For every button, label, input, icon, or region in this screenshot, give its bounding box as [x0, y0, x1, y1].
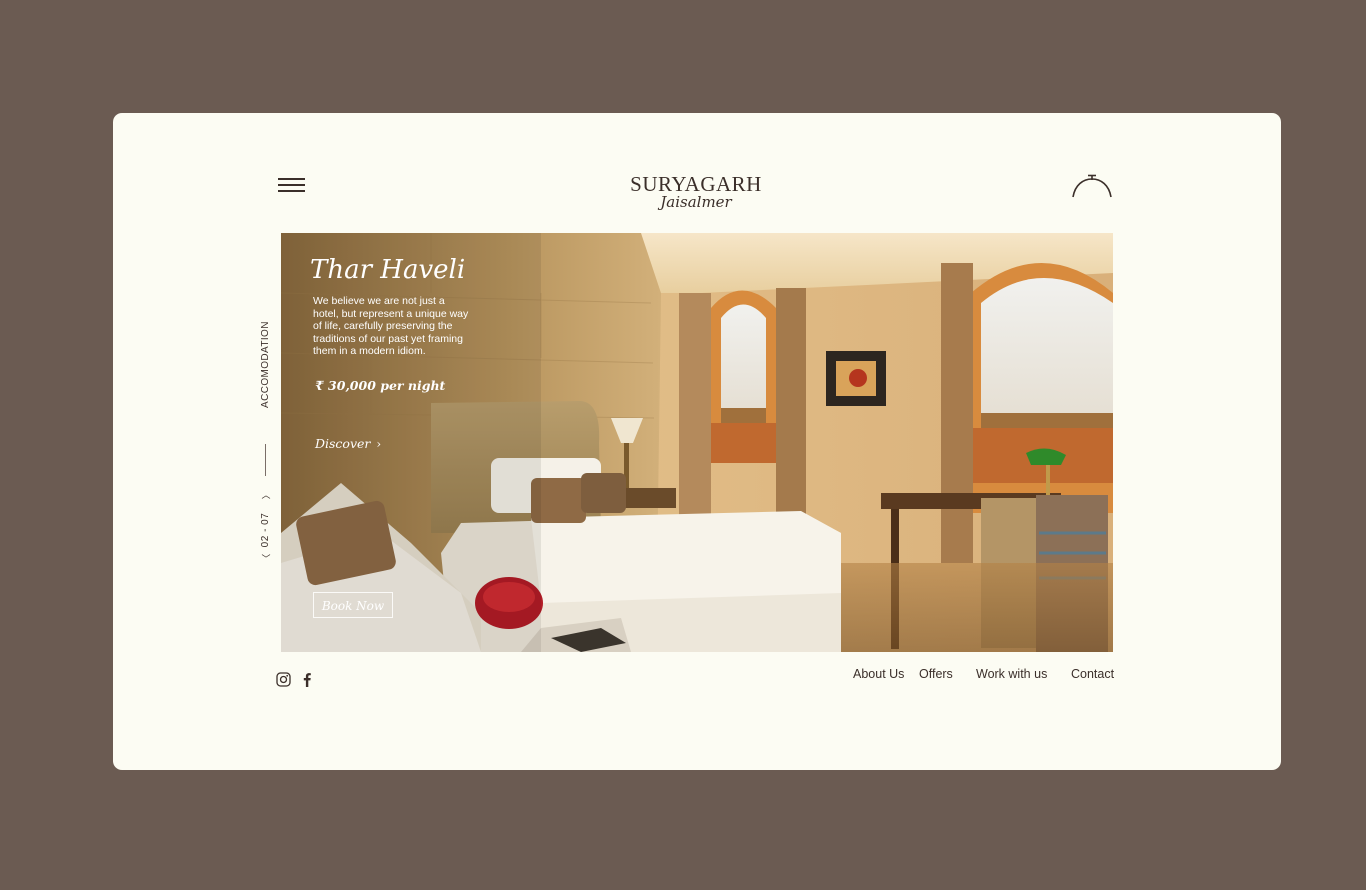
side-divider — [265, 444, 266, 476]
hero-banner: Thar Haveli We believe we are not just a… — [281, 233, 1113, 652]
discover-label: Discover — [315, 436, 371, 451]
hero-description: We believe we are not just a hotel, but … — [313, 295, 469, 357]
footer-link-work-with-us[interactable]: Work with us — [976, 667, 1047, 681]
hamburger-menu-icon[interactable] — [278, 177, 305, 193]
hero-title: Thar Haveli — [310, 255, 466, 285]
chevron-down-icon[interactable]: ﹀ — [260, 553, 272, 565]
discover-link[interactable]: Discover › — [315, 436, 381, 451]
slide-counter: 02 - 07 — [260, 512, 271, 548]
logo[interactable]: SURYAGARH Jaisalmer — [596, 172, 796, 210]
footer-link-contact[interactable]: Contact — [1071, 667, 1114, 681]
hero-price: ₹ 30,000 per night — [315, 378, 446, 393]
cloche-icon[interactable] — [1071, 174, 1113, 200]
chevron-up-icon[interactable]: ︿ — [260, 489, 272, 501]
chevron-right-icon: › — [376, 437, 382, 451]
book-now-button[interactable]: Book Now — [313, 592, 393, 618]
footer-link-offers[interactable]: Offers — [919, 667, 953, 681]
facebook-icon[interactable] — [302, 672, 312, 687]
logo-sub-text: Jaisalmer — [660, 193, 732, 211]
instagram-icon[interactable] — [276, 672, 291, 687]
section-label: ACCOMODATION — [260, 321, 271, 408]
footer-link-about-us[interactable]: About Us — [853, 667, 904, 681]
